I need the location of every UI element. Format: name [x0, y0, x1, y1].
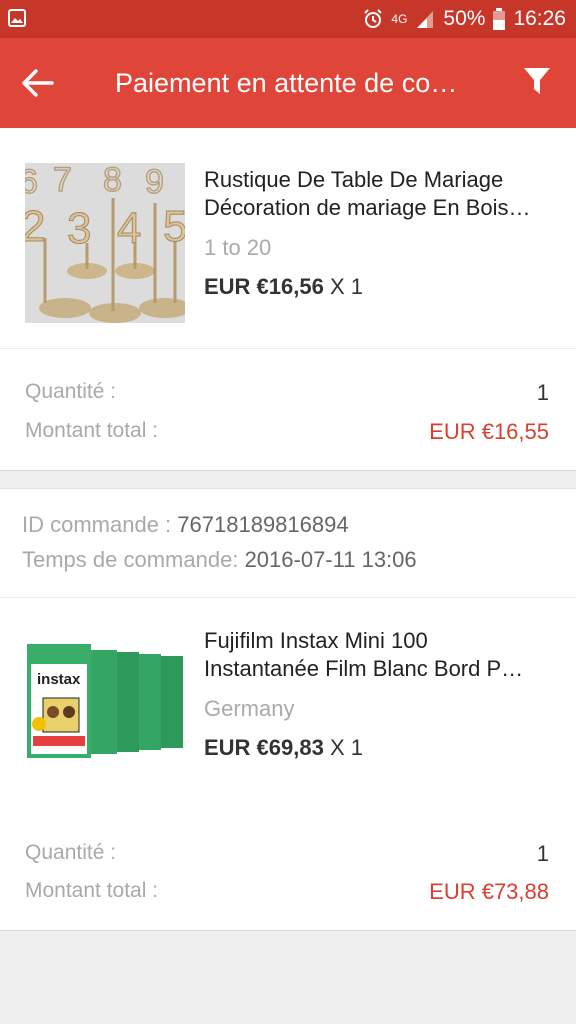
- battery-icon: [493, 8, 506, 30]
- gallery-icon: [8, 9, 26, 27]
- digit-4: 4: [117, 204, 141, 253]
- product-title[interactable]: Fujifilm Instax Mini 100 Instantanée Fil…: [204, 627, 554, 683]
- total-label: Montant total :: [25, 879, 159, 902]
- product-title-line-2: Décoration de mariage En Bois…: [204, 195, 531, 220]
- product-price-line: EUR €16,56 X 1: [204, 274, 363, 300]
- product-price-line: EUR €69,83 X 1: [204, 735, 363, 761]
- digit-8: 8: [103, 163, 122, 199]
- digit-6: 6: [25, 163, 38, 201]
- digit-2: 2: [25, 202, 45, 251]
- product-quantity: X 1: [329, 274, 364, 299]
- order-id-label: ID commande :: [22, 512, 172, 537]
- product-title[interactable]: Rustique De Table De Mariage Décoration …: [204, 166, 554, 222]
- order-time: Temps de commande: 2016-07-11 13:06: [22, 547, 417, 573]
- network-type: 4G: [391, 12, 408, 26]
- order-card[interactable]: 2 3 4 5 6 7 8 9 Rustique De Table De Mar…: [0, 128, 576, 471]
- product-variant: 1 to 20: [204, 235, 272, 260]
- product-price: EUR €69,83: [204, 735, 324, 760]
- divider: [0, 348, 576, 349]
- order-time-label: Temps de commande:: [22, 547, 239, 572]
- divider: [0, 597, 576, 598]
- digit-5: 5: [163, 202, 185, 251]
- total-label: Montant total :: [25, 419, 159, 442]
- digit-9: 9: [145, 163, 164, 201]
- page-title: Paiement en attente de co…: [115, 68, 458, 98]
- quantity-label: Quantité :: [25, 841, 117, 864]
- filter-icon[interactable]: [523, 67, 551, 97]
- product-price: EUR €16,56: [204, 274, 324, 299]
- total-value: EUR €16,55: [429, 419, 549, 444]
- product-quantity: X 1: [329, 735, 364, 760]
- product-thumbnail[interactable]: 2 3 4 5 6 7 8 9: [25, 163, 185, 323]
- product-title-line-1: Fujifilm Instax Mini 100: [204, 628, 428, 653]
- clock: 16:26: [513, 7, 566, 30]
- order-card[interactable]: ID commande : 76718189816894 Temps de co…: [0, 488, 576, 931]
- digit-3: 3: [67, 204, 91, 253]
- quantity-value: 1: [536, 380, 549, 405]
- total-value: EUR €73,88: [429, 879, 549, 904]
- battery-percent: 50%: [443, 7, 486, 30]
- quantity-label: Quantité :: [25, 380, 117, 403]
- order-id: ID commande : 76718189816894: [22, 512, 349, 538]
- quantity-value: 1: [536, 841, 549, 866]
- alarm-icon: [364, 9, 383, 28]
- product-title-line-2: Instantanée Film Blanc Bord P…: [204, 656, 524, 681]
- instax-film-image: instax: [25, 624, 185, 784]
- instax-brand-text: instax: [37, 671, 81, 688]
- app-bar: Paiement en attente de co…: [0, 38, 576, 128]
- digit-7: 7: [53, 163, 72, 199]
- signal-icon: [417, 11, 434, 28]
- product-thumbnail[interactable]: instax: [25, 624, 185, 784]
- order-time-value: 2016-07-11 13:06: [244, 547, 417, 572]
- order-id-value: 76718189816894: [177, 512, 349, 537]
- status-bar: 4G 50% 16:26: [0, 0, 576, 38]
- wooden-numbers-image: 2 3 4 5 6 7 8 9: [25, 163, 185, 323]
- product-title-line-1: Rustique De Table De Mariage: [204, 167, 504, 192]
- back-arrow-icon[interactable]: [20, 66, 56, 100]
- product-variant: Germany: [204, 696, 295, 721]
